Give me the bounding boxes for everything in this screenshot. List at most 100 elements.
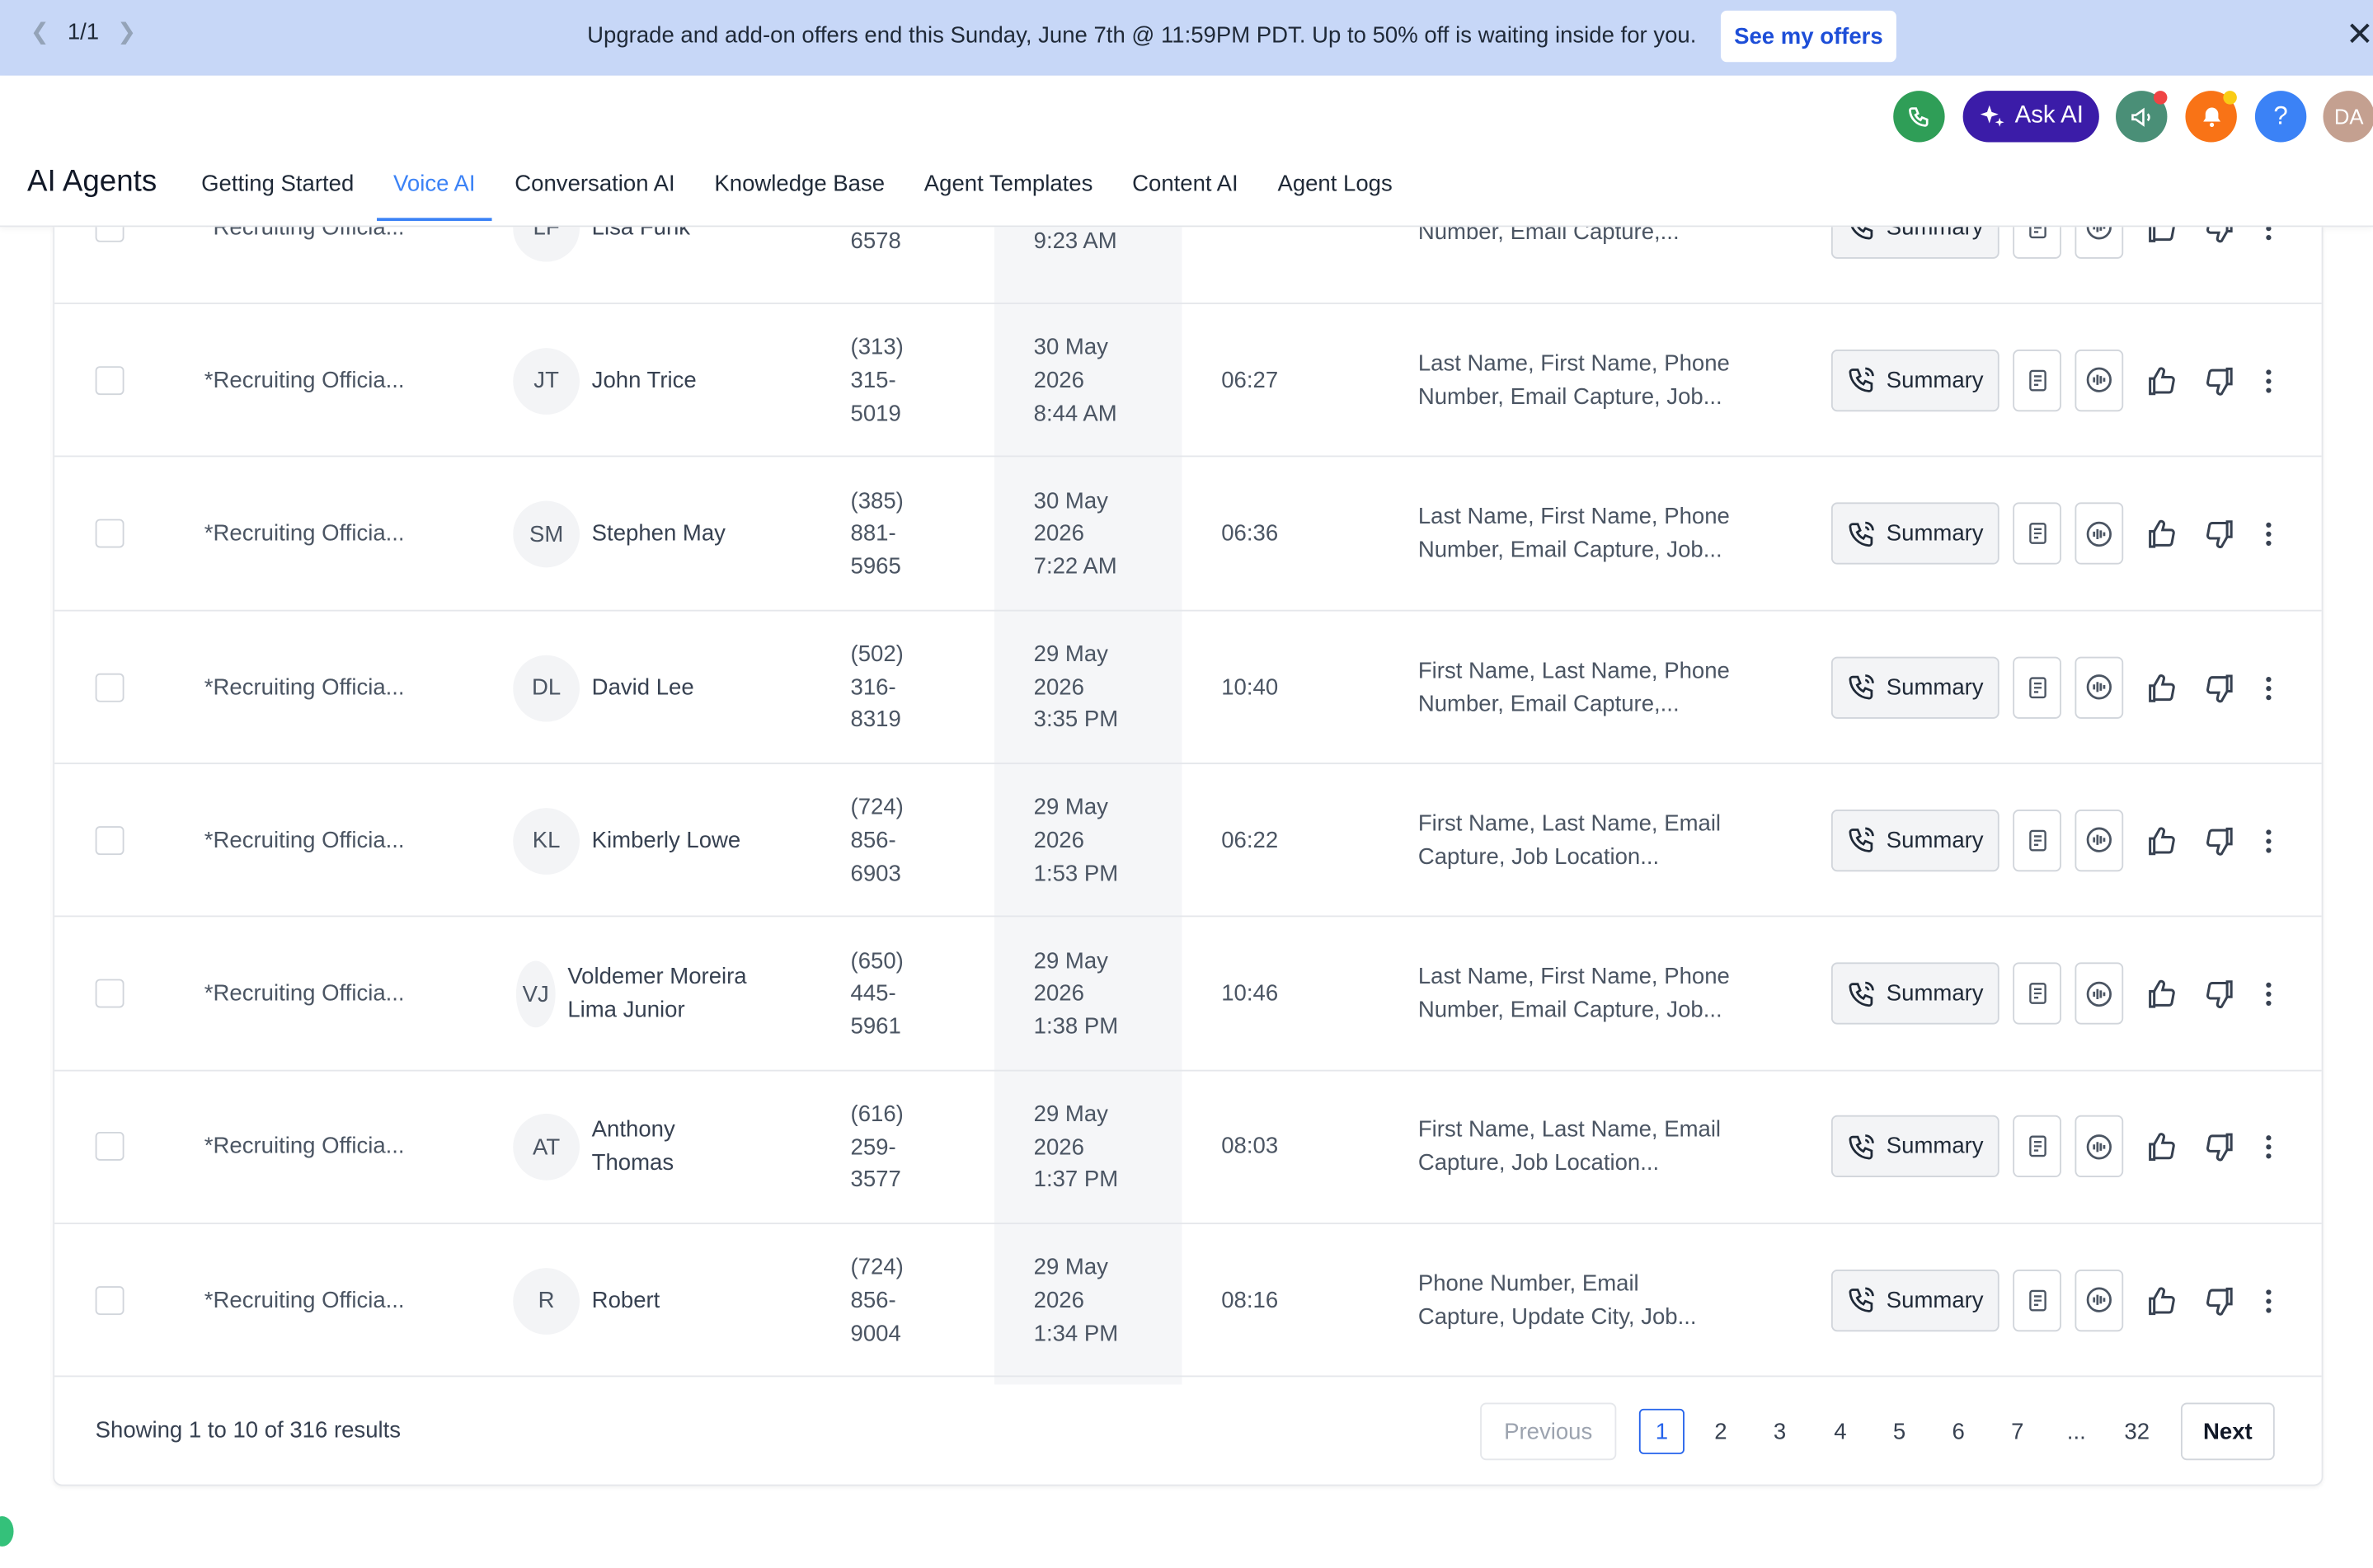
ask-ai-button[interactable]: Ask AI — [1962, 91, 2099, 143]
page-button-7[interactable]: 7 — [1995, 1409, 2040, 1454]
transcript-button[interactable] — [2013, 502, 2061, 566]
summary-button[interactable]: Summary — [1830, 349, 1999, 412]
announcements-button[interactable] — [2116, 91, 2168, 143]
transcript-button[interactable] — [2013, 809, 2061, 871]
summary-button[interactable]: Summary — [1830, 809, 1999, 871]
agent-name[interactable]: *Recruiting Officia... — [204, 674, 405, 700]
page-button-2[interactable]: 2 — [1698, 1409, 1743, 1454]
page-button-5[interactable]: 5 — [1877, 1409, 1922, 1454]
table-row[interactable]: *Recruiting Officia... AT Anthony Thomas (61… — [54, 1071, 2322, 1224]
recording-button[interactable] — [2075, 1115, 2124, 1178]
row-checkbox[interactable] — [95, 825, 125, 855]
thumbs-up-icon[interactable] — [2143, 516, 2179, 552]
recording-button[interactable] — [2075, 1269, 2124, 1331]
thumbs-down-icon[interactable] — [2202, 1129, 2239, 1166]
more-options-icon[interactable] — [2250, 227, 2286, 246]
transcript-button[interactable] — [2013, 1115, 2061, 1178]
summary-button[interactable]: Summary — [1830, 962, 1999, 1025]
see-offers-button[interactable]: See my offers — [1720, 10, 1896, 63]
thumbs-down-icon[interactable] — [2202, 1283, 2239, 1319]
table-row[interactable]: *Recruiting Officia... LF Lisa Funk 872-657… — [54, 227, 2322, 304]
agent-name[interactable]: *Recruiting Officia... — [204, 368, 405, 393]
close-icon[interactable]: ✕ — [2346, 17, 2373, 51]
chevron-left-icon[interactable]: ❮ — [31, 18, 49, 45]
agent-name[interactable]: *Recruiting Officia... — [204, 521, 405, 547]
row-checkbox[interactable] — [95, 1132, 125, 1162]
page-button-6[interactable]: 6 — [1936, 1409, 1981, 1454]
agent-name[interactable]: *Recruiting Officia... — [204, 828, 405, 853]
summary-button[interactable]: Summary — [1830, 502, 1999, 566]
summary-button[interactable]: Summary — [1830, 655, 1999, 719]
more-options-icon[interactable] — [2250, 823, 2286, 859]
page-button-32[interactable]: 32 — [2114, 1409, 2159, 1454]
row-checkbox[interactable] — [95, 519, 125, 548]
recording-button[interactable] — [2075, 962, 2124, 1025]
help-button[interactable]: ? — [2254, 91, 2307, 143]
contact-name[interactable]: John Trice — [592, 364, 819, 397]
transcript-button[interactable] — [2013, 655, 2061, 719]
transcript-button[interactable] — [2013, 349, 2061, 412]
more-options-icon[interactable] — [2250, 516, 2286, 552]
phone-button[interactable] — [1893, 91, 1945, 143]
row-checkbox[interactable] — [95, 1285, 125, 1315]
contact-name[interactable]: Kimberly Lowe — [592, 824, 819, 857]
recording-button[interactable] — [2075, 809, 2124, 871]
table-row[interactable]: *Recruiting Officia... DL David Lee (502) 31… — [54, 611, 2322, 764]
table-row[interactable]: *Recruiting Officia... VJ Voldemer Moreira… — [54, 918, 2322, 1071]
agent-name[interactable]: *Recruiting Officia... — [204, 981, 405, 1007]
recording-button[interactable] — [2075, 349, 2124, 412]
table-row[interactable]: *Recruiting Officia... KL Kimberly Lowe (72… — [54, 764, 2322, 918]
next-page-button[interactable]: Next — [2180, 1402, 2275, 1461]
more-options-icon[interactable] — [2250, 1129, 2286, 1166]
transcript-button[interactable] — [2013, 227, 2061, 259]
recording-button[interactable] — [2075, 227, 2124, 259]
agent-name[interactable]: *Recruiting Officia... — [204, 227, 405, 240]
thumbs-up-icon[interactable] — [2143, 1283, 2179, 1319]
tab-knowledge-base[interactable]: Knowledge Base — [695, 159, 905, 228]
previous-page-button[interactable]: Previous — [1480, 1402, 1617, 1461]
tab-agent-logs[interactable]: Agent Logs — [1258, 159, 1412, 228]
more-options-icon[interactable] — [2250, 363, 2286, 399]
summary-button[interactable]: Summary — [1830, 1269, 1999, 1331]
page-button-1[interactable]: 1 — [1638, 1408, 1685, 1454]
more-options-icon[interactable] — [2250, 669, 2286, 706]
page-button-4[interactable]: 4 — [1817, 1409, 1863, 1454]
recording-button[interactable] — [2075, 655, 2124, 719]
contact-name[interactable]: Stephen May — [592, 518, 819, 551]
thumbs-down-icon[interactable] — [2202, 976, 2239, 1012]
summary-button[interactable]: Summary — [1830, 227, 1999, 259]
tab-voice-ai[interactable]: Voice AI — [374, 159, 495, 228]
transcript-button[interactable] — [2013, 1269, 2061, 1331]
row-checkbox[interactable] — [95, 672, 125, 702]
page-button-3[interactable]: 3 — [1757, 1409, 1802, 1454]
contact-name[interactable]: Voldemer Moreira Lima Junior — [567, 961, 794, 1028]
contact-name[interactable]: Robert — [592, 1284, 819, 1317]
contact-name[interactable]: Lisa Funk — [592, 227, 819, 244]
row-checkbox[interactable] — [95, 979, 125, 1008]
transcript-button[interactable] — [2013, 962, 2061, 1025]
row-checkbox[interactable] — [95, 227, 125, 242]
tab-conversation-ai[interactable]: Conversation AI — [495, 159, 694, 228]
recording-button[interactable] — [2075, 502, 2124, 566]
contact-name[interactable]: Anthony Thomas — [592, 1115, 819, 1181]
thumbs-up-icon[interactable] — [2143, 669, 2179, 706]
thumbs-up-icon[interactable] — [2143, 227, 2179, 246]
thumbs-up-icon[interactable] — [2143, 363, 2179, 399]
thumbs-up-icon[interactable] — [2143, 976, 2179, 1012]
thumbs-up-icon[interactable] — [2143, 823, 2179, 859]
notifications-button[interactable] — [2185, 91, 2237, 143]
thumbs-down-icon[interactable] — [2202, 363, 2239, 399]
table-row[interactable]: *Recruiting Officia... SM Stephen May (385)… — [54, 458, 2322, 611]
user-avatar[interactable]: DA — [2323, 91, 2373, 143]
chevron-right-icon[interactable]: ❯ — [117, 18, 136, 45]
table-row[interactable]: *Recruiting Officia... R Robert (724) 856- 90… — [54, 1224, 2322, 1378]
row-checkbox[interactable] — [95, 366, 125, 395]
tab-agent-templates[interactable]: Agent Templates — [905, 159, 1112, 228]
thumbs-down-icon[interactable] — [2202, 823, 2239, 859]
thumbs-down-icon[interactable] — [2202, 516, 2239, 552]
tab-getting-started[interactable]: Getting Started — [181, 159, 374, 228]
more-options-icon[interactable] — [2250, 976, 2286, 1012]
contact-name[interactable]: David Lee — [592, 671, 819, 704]
thumbs-down-icon[interactable] — [2202, 227, 2239, 246]
thumbs-down-icon[interactable] — [2202, 669, 2239, 706]
